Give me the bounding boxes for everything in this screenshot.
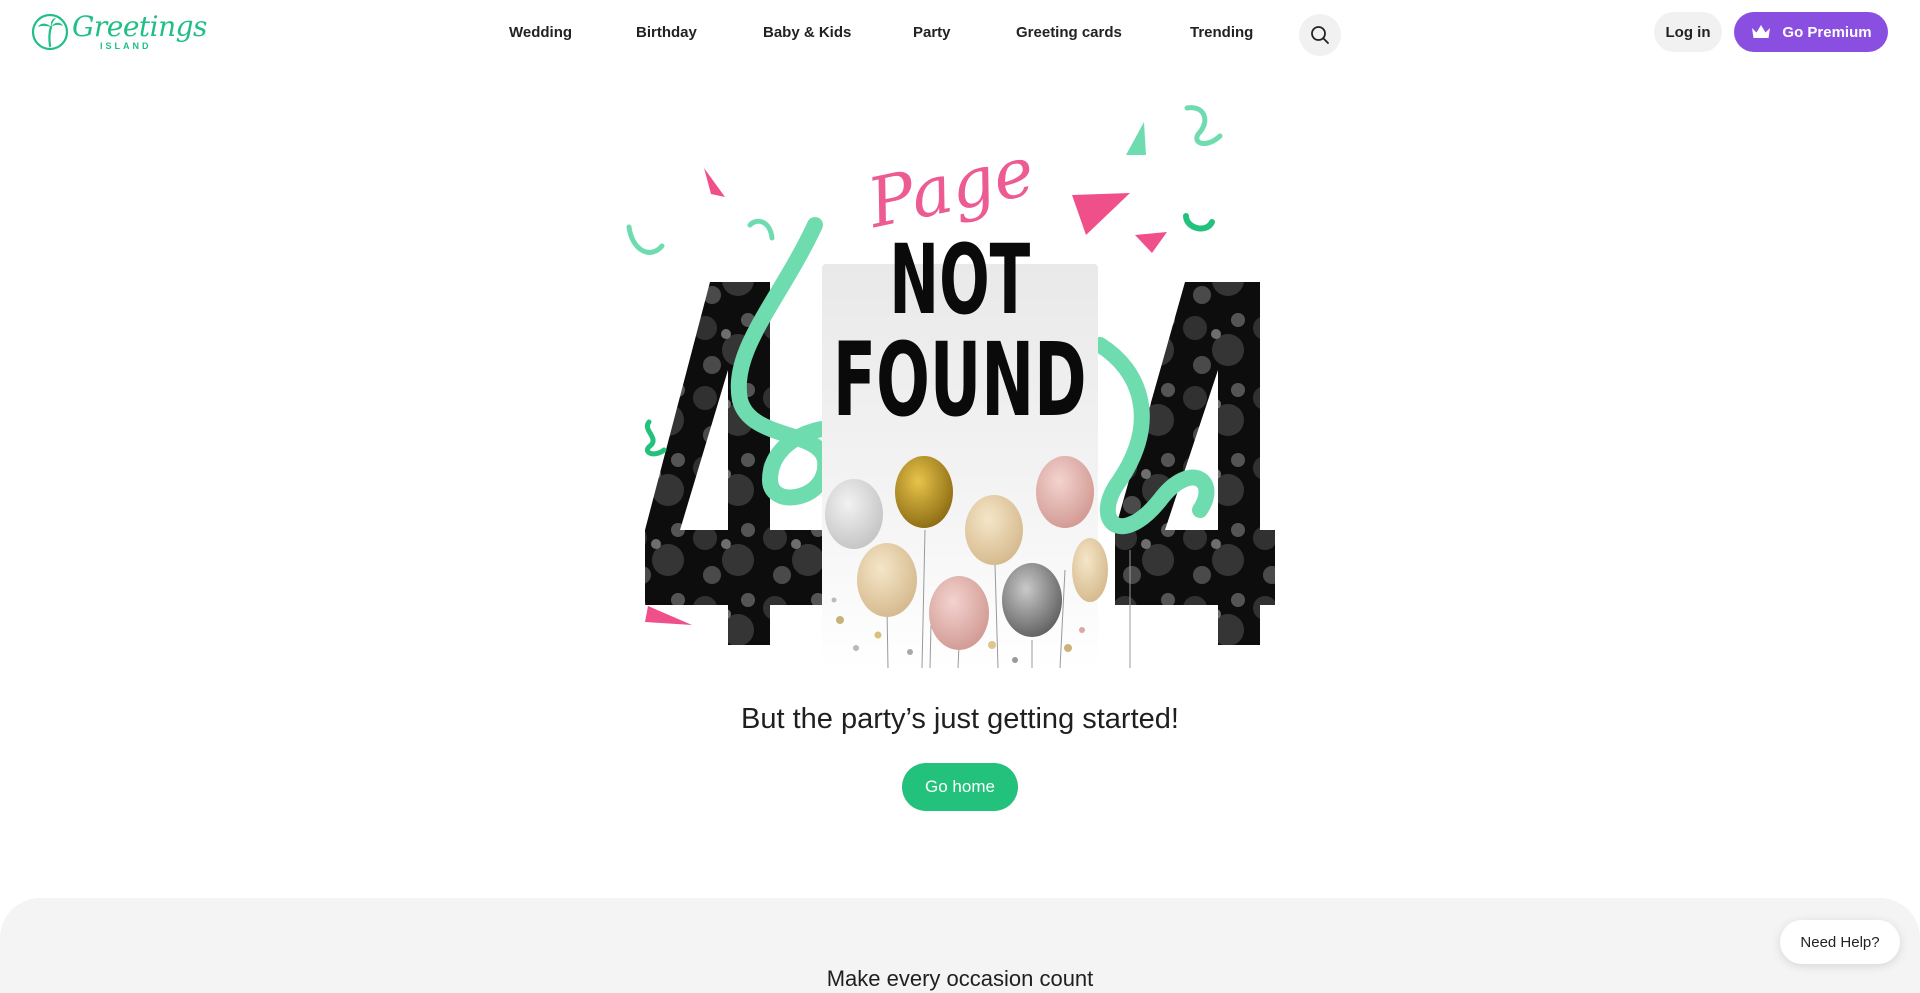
tagline: But the party’s just getting started! [741, 703, 1179, 735]
search-button[interactable] [1299, 14, 1341, 56]
nav-item-wedding[interactable]: Wedding [509, 24, 572, 41]
nav-item-baby-kids[interactable]: Baby & Kids [763, 24, 851, 41]
go-premium-label: Go Premium [1782, 23, 1872, 41]
nav-item-trending[interactable]: Trending [1190, 24, 1253, 41]
search-icon [1311, 26, 1329, 44]
main-nav: Wedding Birthday Baby & Kids Party Greet… [0, 0, 1920, 68]
illustration-svg: NOT FOUND Page [626, 105, 1275, 669]
need-help-button[interactable]: Need Help? [1780, 920, 1900, 964]
login-button[interactable]: Log in [1654, 12, 1722, 52]
digit-four-right [1115, 282, 1275, 645]
not-found-illustration: NOT FOUND Page [620, 100, 1300, 680]
site-header: Greetings ISLAND Wedding Birthday Baby &… [0, 0, 1920, 68]
crown-icon [1752, 25, 1771, 38]
go-home-button[interactable]: Go home [902, 763, 1018, 811]
nav-item-birthday[interactable]: Birthday [636, 24, 697, 41]
headline-not: NOT [889, 224, 1030, 336]
headline-found: FOUND [833, 321, 1087, 440]
go-premium-button[interactable]: Go Premium [1734, 12, 1888, 52]
occasion-band-title: Make every occasion count [826, 966, 1094, 991]
nav-item-greeting-cards[interactable]: Greeting cards [1016, 24, 1122, 41]
nav-item-party[interactable]: Party [913, 24, 951, 41]
